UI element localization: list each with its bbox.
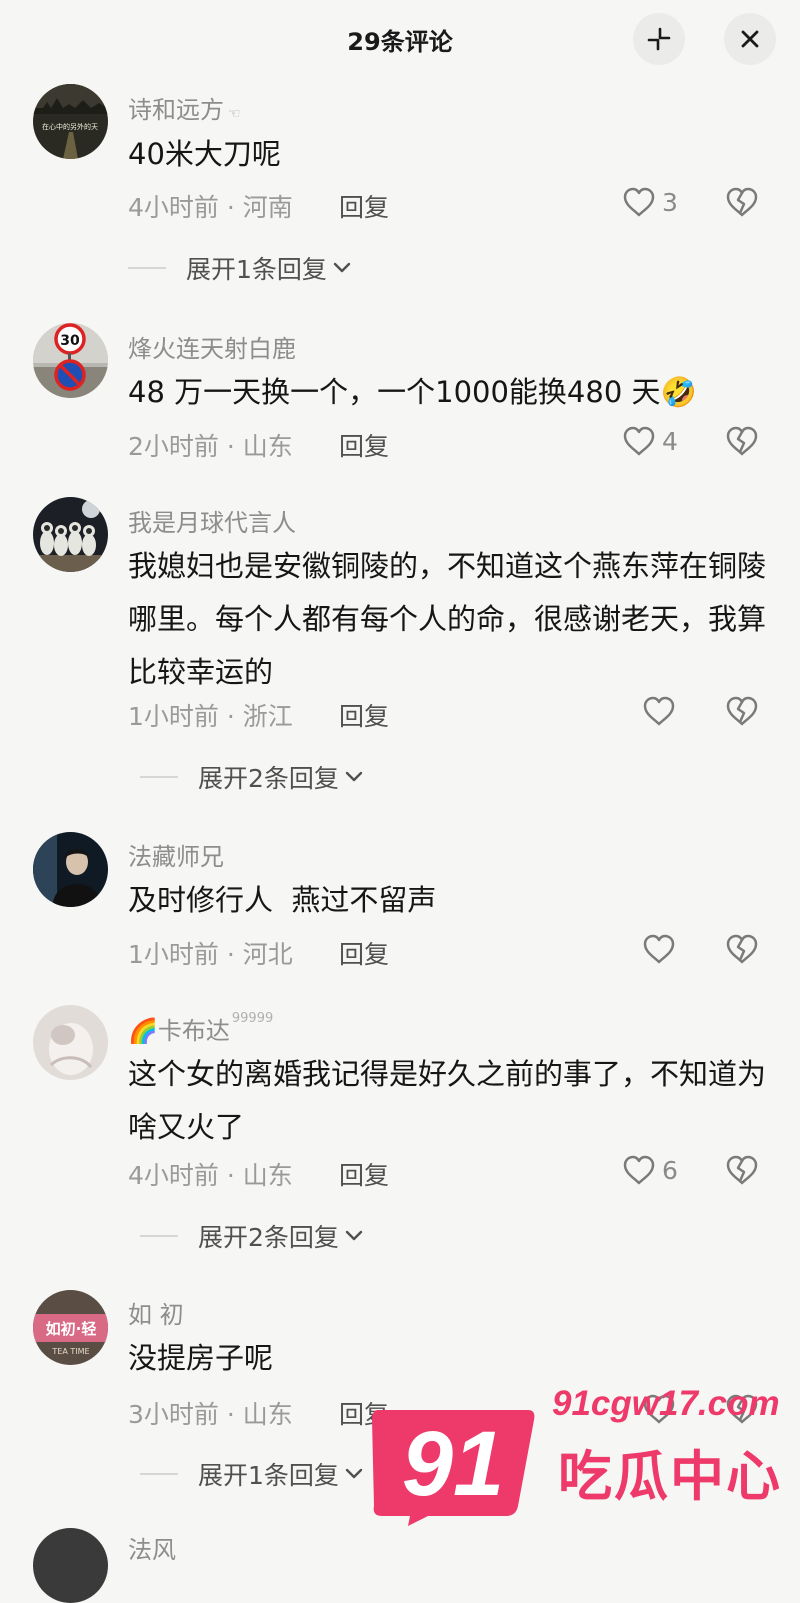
expand-replies-button[interactable]: 展开2条回复 [140,1218,365,1254]
svg-text:在心中的另外的天: 在心中的另外的天 [42,122,98,131]
collapse-button[interactable] [633,13,685,65]
watermark-name: 吃瓜中心 [558,1445,782,1508]
dislike-button[interactable] [725,425,759,461]
heart-outline-icon [643,934,675,964]
avatar[interactable]: 在心中的另外的天 [33,84,108,159]
comment-time: 4小时前 [128,193,219,222]
like-count: 3 [662,187,678,217]
comment-text: 48 万一天换一个，一个1000能换480 天🤣 [128,375,697,409]
like-count: 6 [662,1155,678,1185]
watermark-site: 91cgw17.com [552,1384,780,1423]
watermark-logo: 91 [372,1410,535,1526]
comment-location: 山东 [242,432,293,461]
rainbow-icon: 🌈 [128,1017,158,1045]
comment-time: 1小时前 [128,702,219,731]
broken-heart-icon [726,1155,758,1185]
comment-time: 2小时前 [128,432,219,461]
like-button[interactable] [642,933,682,965]
comment-time: 1小时前 [128,940,219,969]
comment-text: 40米大刀呢 [128,137,281,171]
comment-username[interactable]: 诗和远方 ☜ [128,90,241,125]
svg-text:30: 30 [60,333,80,349]
comment-username[interactable]: 烽火连天射白鹿 [128,329,296,364]
avatar[interactable]: 如初·轻 TEA TIME [33,1290,108,1365]
chevron-down-icon [345,1468,363,1479]
comment-text: 没提房子呢 [128,1341,274,1375]
comment-location: 山东 [242,1161,293,1190]
heart-outline-icon [623,187,655,217]
heart-outline-icon [623,1155,655,1185]
comment-meta: 2小时前 · 山东 回复 [128,427,389,463]
comment-text: 及时修行人 燕过不留声 [128,883,437,917]
avatar[interactable] [33,1528,108,1603]
heart-outline-icon [643,696,675,726]
comment-meta: 4小时前 · 山东 回复 [128,1156,389,1192]
comment-meta: 1小时前 · 浙江 回复 [128,697,389,733]
chevron-down-icon [333,262,351,273]
close-icon [741,30,759,48]
divider [140,1473,178,1475]
comment-meta: 3小时前 · 山东 回复 [128,1395,389,1431]
close-button[interactable] [724,13,776,65]
collapse-icon [647,27,671,51]
divider [128,267,166,269]
chevron-down-icon [345,1230,363,1241]
reply-button[interactable]: 回复 [339,935,389,971]
broken-heart-icon [726,187,758,217]
broken-heart-icon [726,696,758,726]
avatar[interactable] [33,1005,108,1080]
chevron-down-icon [345,771,363,782]
expand-replies-button[interactable]: 展开1条回复 [140,1456,365,1492]
comment-username[interactable]: 如 初 [128,1295,184,1330]
comment-location: 浙江 [242,702,293,731]
watermark: 91 91cgw17.com 吃瓜中心 [368,1380,800,1543]
comment-text: 这个女的离婚我记得是好久之前的事了，不知道为啥又火了 [128,1057,767,1144]
comment-meta: 1小时前 · 河北 回复 [128,935,389,971]
divider [140,1235,178,1237]
comment-username[interactable]: 法藏师兄 [128,837,224,872]
reply-button[interactable]: 回复 [339,1156,389,1192]
comment-location: 河南 [242,193,293,222]
broken-heart-icon [726,934,758,964]
user-badge: ☜ [228,106,241,122]
comment-location: 山东 [242,1400,293,1429]
comment-username[interactable]: 🌈卡布达 99999 [128,1011,273,1046]
svg-text:如初·轻: 如初·轻 [46,1320,97,1338]
divider [140,776,178,778]
dislike-button[interactable] [725,695,759,731]
comment-meta: 4小时前 · 河南 回复 [128,188,389,224]
like-button[interactable]: 6 [622,1154,678,1186]
like-button[interactable]: 3 [622,186,678,218]
comment-username[interactable]: 我是月球代言人 [128,503,296,538]
svg-text:91: 91 [402,1413,504,1515]
dislike-button[interactable] [725,186,759,222]
dislike-button[interactable] [725,1154,759,1190]
like-button[interactable] [642,695,682,727]
avatar[interactable] [33,497,108,572]
comment-text: 我媳妇也是安徽铜陵的，不知道这个燕东萍在铜陵哪里。每个人都有每个人的命，很感谢老… [128,549,767,689]
comments-header: 29条评论 [0,0,800,78]
comment-username[interactable]: 法风 [128,1530,176,1565]
reply-button[interactable]: 回复 [339,188,389,224]
expand-replies-button[interactable]: 展开1条回复 [128,250,353,286]
comment-time: 3小时前 [128,1400,219,1429]
broken-heart-icon [726,426,758,456]
reply-button[interactable]: 回复 [339,697,389,733]
dislike-button[interactable] [725,933,759,969]
user-badge: 99999 [231,1011,274,1026]
comment-time: 4小时前 [128,1161,219,1190]
svg-text:TEA TIME: TEA TIME [51,1347,89,1356]
like-count: 4 [662,426,678,456]
avatar[interactable]: 30 [33,323,108,398]
reply-button[interactable]: 回复 [339,427,389,463]
heart-outline-icon [623,426,655,456]
like-button[interactable]: 4 [622,425,678,457]
comment-location: 河北 [242,940,293,969]
avatar[interactable] [33,832,108,907]
expand-replies-button[interactable]: 展开2条回复 [140,759,365,795]
